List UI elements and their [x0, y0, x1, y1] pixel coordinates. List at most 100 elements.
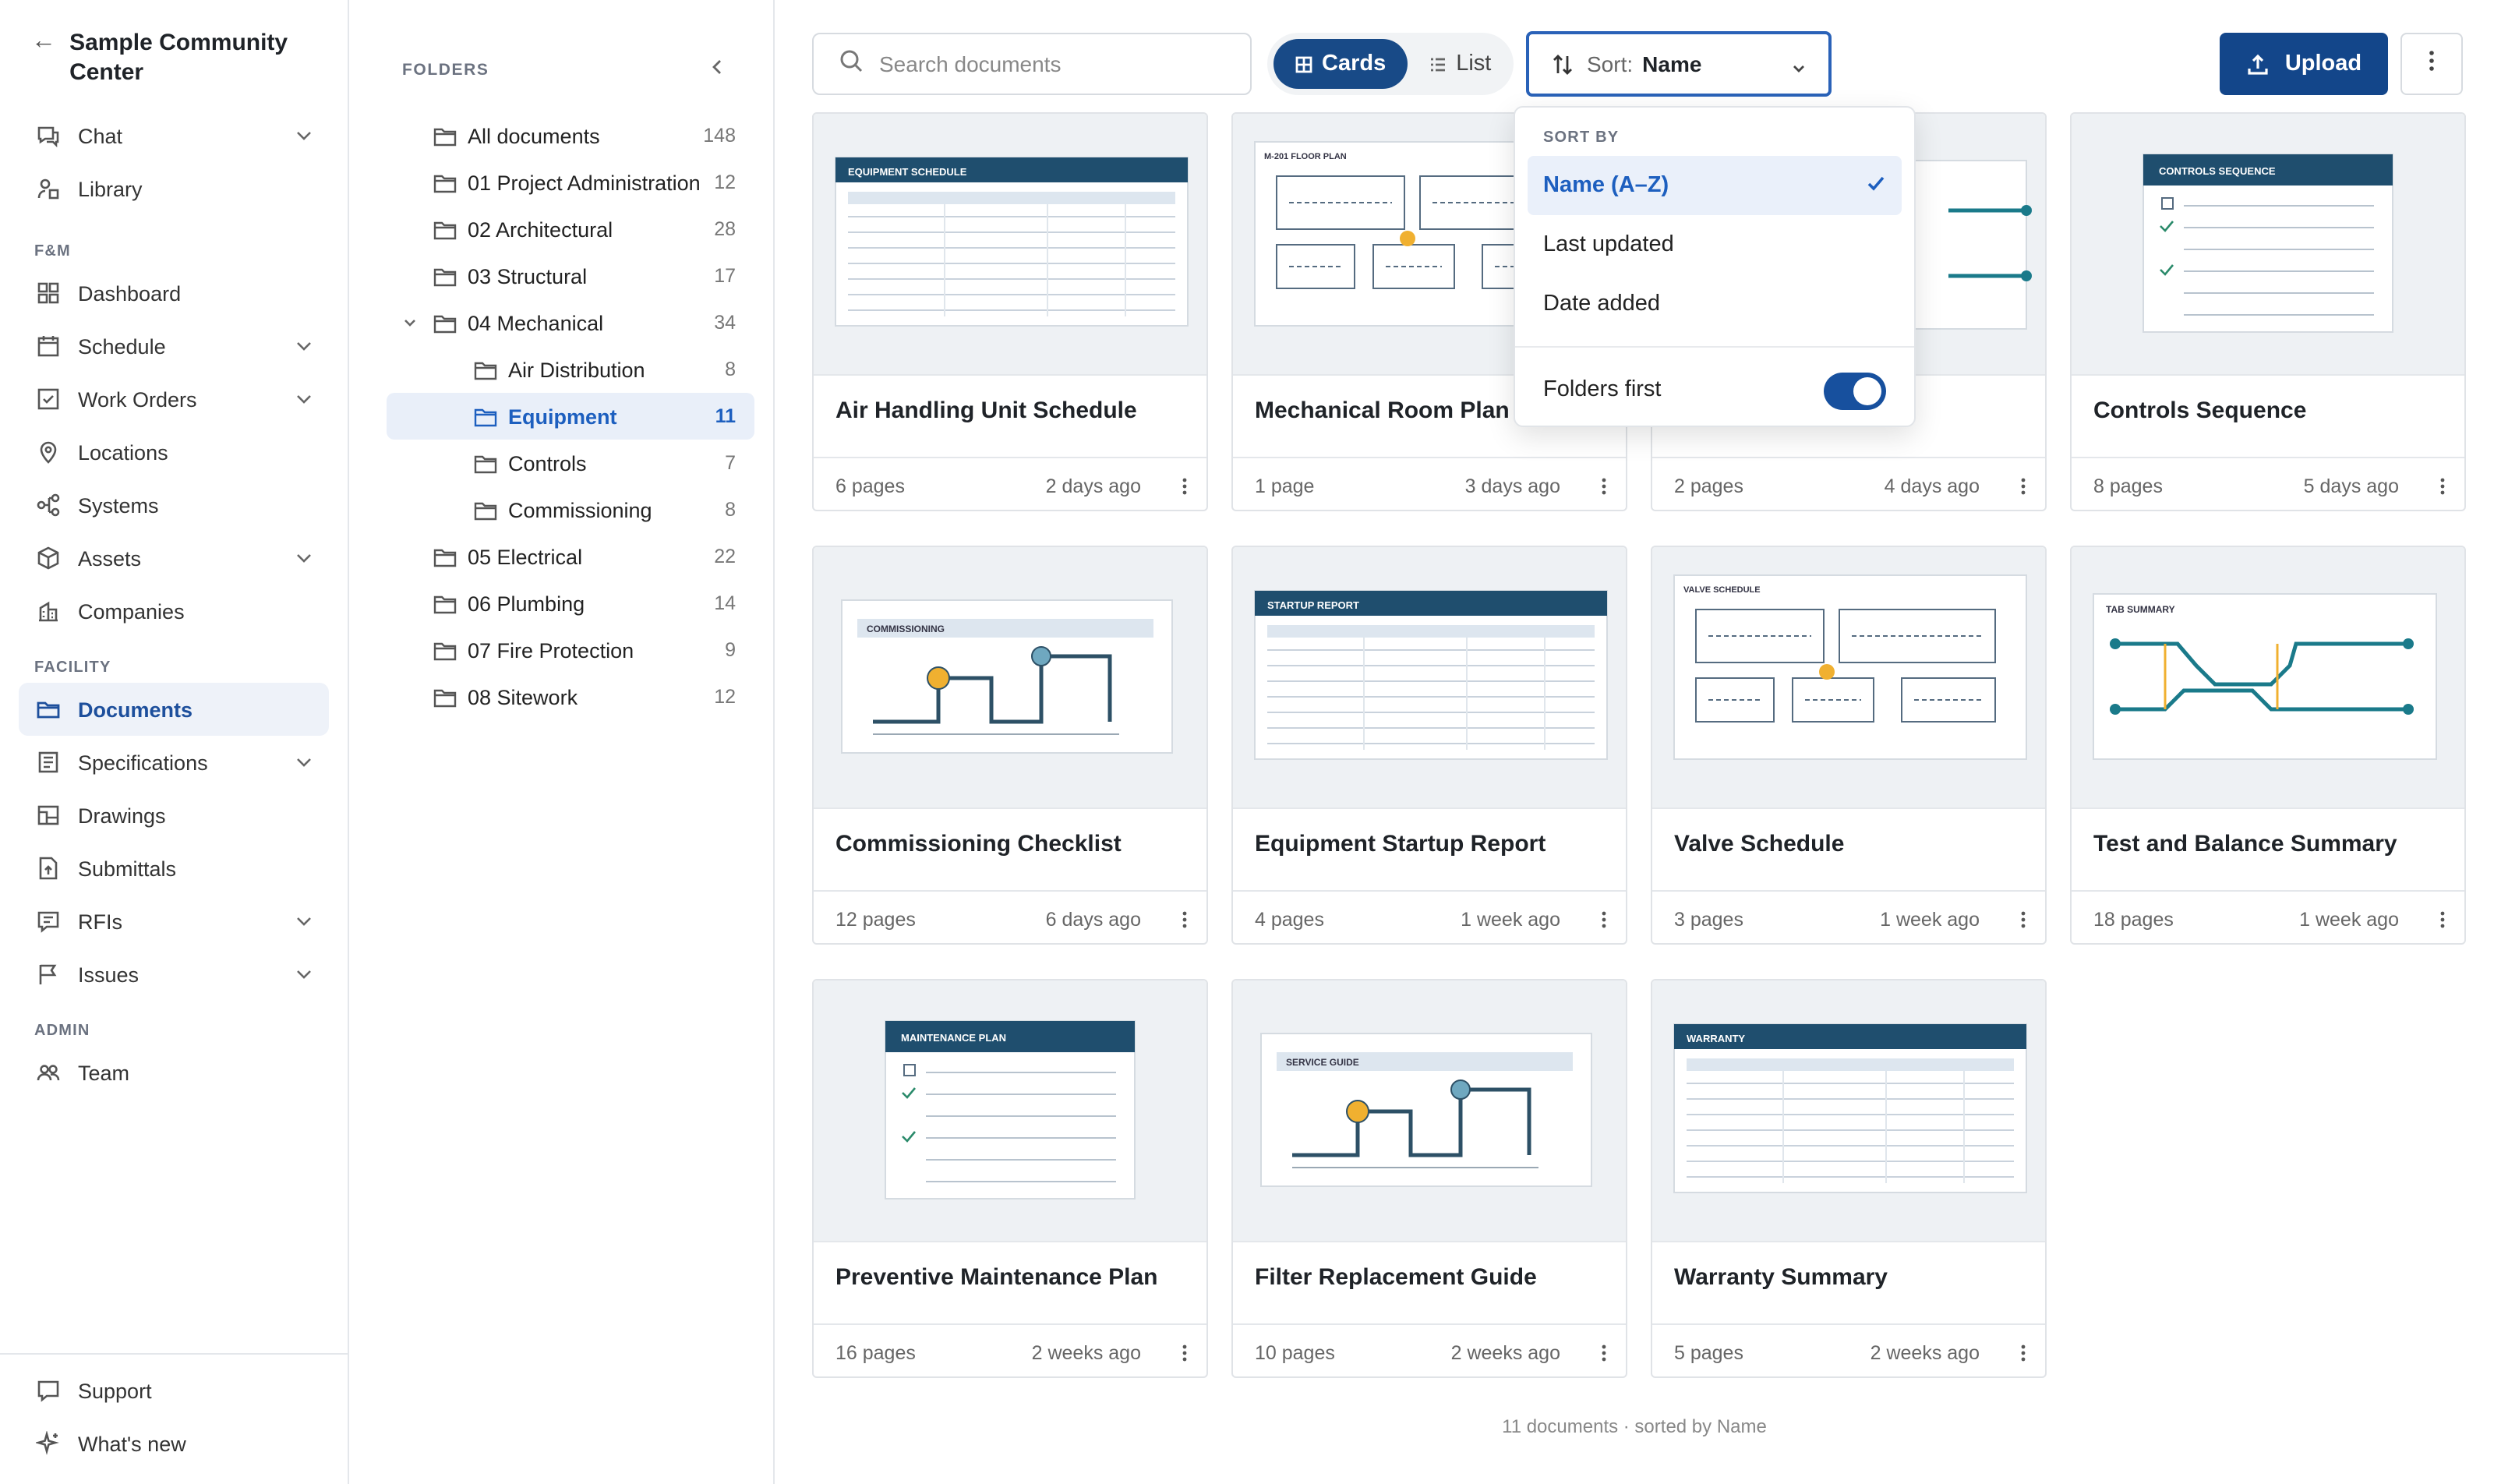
upload-icon — [2246, 52, 2270, 76]
folder-item[interactable]: 06 Plumbing 14 — [349, 580, 773, 627]
sidebar-item-support[interactable]: Support — [0, 1364, 348, 1417]
location-pin-icon — [34, 438, 62, 466]
kebab-menu-icon[interactable] — [1601, 910, 1607, 934]
folder-item[interactable]: 05 Electrical 22 — [349, 533, 773, 580]
kebab-menu-icon[interactable] — [1182, 910, 1188, 934]
document-card[interactable]: EQUIPMENT SCHEDULE Air Handling Unit Sche… — [812, 112, 1208, 511]
sidebar-item-systems[interactable]: Systems — [0, 479, 348, 532]
folders-panel: FOLDERS All documents 148 01 Project Admin… — [349, 0, 775, 1484]
cards-view-button[interactable]: Cards — [1273, 39, 1408, 89]
sort-option-date-added[interactable]: Date added — [1515, 274, 1914, 334]
document-card[interactable]: COMMISSIONING Commissioning Checklist 12 p… — [812, 546, 1208, 945]
more-options-button[interactable] — [2400, 33, 2463, 95]
document-card[interactable]: SERVICE GUIDE Filter Replacement Guide 10 … — [1231, 979, 1627, 1378]
chevron-down-icon[interactable] — [295, 912, 313, 935]
sidebar-item-issues[interactable]: Issues — [0, 948, 348, 1001]
list-label: List — [1456, 51, 1492, 76]
document-card[interactable]: TAB SUMMARY Test and Balance Summary 18 pa… — [2070, 546, 2466, 945]
kebab-menu-icon[interactable] — [1601, 1344, 1607, 1367]
document-thumbnail: WARRANTY — [1652, 980, 2045, 1242]
folder-item[interactable]: Commissioning 8 — [349, 486, 773, 533]
chevron-down-icon[interactable] — [295, 549, 313, 572]
chevron-down-icon[interactable] — [295, 126, 313, 150]
systems-icon — [34, 491, 62, 519]
sort-option-last-updated[interactable]: Last updated — [1515, 215, 1914, 274]
search-box[interactable] — [812, 33, 1252, 95]
sidebar-item-rfis[interactable]: RFIs — [0, 895, 348, 948]
folder-item[interactable]: Air Distribution 8 — [349, 346, 773, 393]
document-card[interactable]: VALVE SCHEDULE Valve Schedule 3 pages 1 wee… — [1651, 546, 2047, 945]
folder-item[interactable]: 03 Structural 17 — [349, 253, 773, 299]
folders-first-toggle[interactable] — [1824, 373, 1886, 410]
sidebar-item-chat[interactable]: Chat — [0, 109, 348, 162]
document-card[interactable]: CONTROLS SEQUENCE Controls Sequence 8 page… — [2070, 112, 2466, 511]
sidebar-item-locations[interactable]: Locations — [0, 426, 348, 479]
sidebar-item-label: RFIs — [78, 910, 122, 933]
project-title: Sample Community Center — [69, 30, 288, 86]
folders-title: FOLDERS — [402, 61, 489, 80]
sort-option-name[interactable]: Name (A–Z) — [1528, 156, 1902, 215]
sidebar-item-whats-new[interactable]: What's new — [0, 1417, 348, 1470]
document-card[interactable]: MAINTENANCE PLAN Preventive Maintenance P… — [812, 979, 1208, 1378]
folder-icon — [474, 359, 497, 380]
sort-value: Name — [1642, 51, 1702, 76]
collapse-chevron-left-icon[interactable] — [708, 56, 726, 84]
kebab-menu-icon[interactable] — [2020, 910, 2026, 934]
sidebar-item-work-orders[interactable]: Work Orders — [0, 373, 348, 426]
chevron-down-icon[interactable] — [402, 315, 418, 330]
svg-text:WARRANTY: WARRANTY — [1687, 1033, 1745, 1044]
sidebar-item-dashboard[interactable]: Dashboard — [0, 267, 348, 320]
folder-item[interactable]: Equipment 11 — [387, 393, 754, 440]
back-arrow-icon[interactable]: ← — [31, 28, 57, 56]
sort-dropdown-button[interactable]: Sort: Name — [1526, 31, 1832, 97]
support-icon — [34, 1376, 62, 1404]
chevron-down-icon[interactable] — [295, 753, 313, 776]
folder-item[interactable]: Controls 7 — [349, 440, 773, 486]
sidebar-item-submittals[interactable]: Submittals — [0, 842, 348, 895]
folder-item[interactable]: All documents 148 — [349, 112, 773, 159]
cube-icon — [34, 544, 62, 572]
sort-label: Sort: — [1587, 51, 1634, 76]
folder-item[interactable]: 07 Fire Protection 9 — [349, 627, 773, 673]
kebab-menu-icon[interactable] — [2439, 477, 2446, 500]
sidebar-item-schedule[interactable]: Schedule — [0, 320, 348, 373]
kebab-menu-icon[interactable] — [2439, 910, 2446, 934]
sidebar-item-drawings[interactable]: Drawings — [0, 789, 348, 842]
folder-item[interactable]: 04 Mechanical 34 — [349, 299, 773, 346]
chevron-down-icon[interactable] — [295, 390, 313, 413]
list-icon — [1429, 55, 1447, 72]
page-count: 1 page — [1255, 475, 1315, 496]
upload-button[interactable]: Upload — [2220, 33, 2388, 95]
kebab-menu-icon[interactable] — [1182, 477, 1188, 500]
search-input[interactable] — [879, 51, 1222, 76]
document-title: Preventive Maintenance Plan — [835, 1264, 1158, 1291]
folder-item[interactable]: 08 Sitework 12 — [349, 673, 773, 720]
chevron-down-icon[interactable] — [295, 337, 313, 360]
sidebar-item-label: Issues — [78, 963, 140, 986]
folder-item[interactable]: 01 Project Administration 12 — [349, 159, 773, 206]
section-title: ADMIN — [34, 1023, 90, 1040]
document-card[interactable]: WARRANTY Warranty Summary 5 pages 2 weeks a… — [1651, 979, 2047, 1378]
folder-icon — [474, 406, 497, 426]
sidebar-item-specifications[interactable]: Specifications — [0, 736, 348, 789]
kebab-menu-icon[interactable] — [1601, 477, 1607, 500]
sidebar-item-assets[interactable]: Assets — [0, 532, 348, 585]
kebab-menu-icon[interactable] — [2020, 1344, 2026, 1367]
folder-item[interactable]: 02 Architectural 28 — [349, 206, 773, 253]
sort-option-label: Last updated — [1543, 232, 1674, 257]
sidebar-item-documents[interactable]: Documents — [19, 683, 329, 736]
document-card[interactable]: STARTUP REPORT Equipment Startup Report 4 … — [1231, 546, 1627, 945]
sidebar-item-companies[interactable]: Companies — [0, 585, 348, 638]
upload-label: Upload — [2284, 51, 2362, 76]
kebab-menu-icon[interactable] — [2020, 477, 2026, 500]
sidebar-item-team[interactable]: Team — [0, 1046, 348, 1099]
document-meta: 5 pages 2 weeks ago — [1652, 1323, 2045, 1376]
document-thumbnail: SERVICE GUIDE — [1233, 980, 1626, 1242]
page-count: 6 pages — [835, 475, 905, 496]
list-view-button[interactable]: List — [1408, 39, 1513, 89]
sidebar-item-library[interactable]: Library — [0, 162, 348, 215]
chevron-down-icon[interactable] — [295, 965, 313, 988]
updated-ago: 6 days ago — [1045, 908, 1141, 930]
kebab-menu-icon[interactable] — [1182, 1344, 1188, 1367]
checkbox-icon — [34, 385, 62, 413]
